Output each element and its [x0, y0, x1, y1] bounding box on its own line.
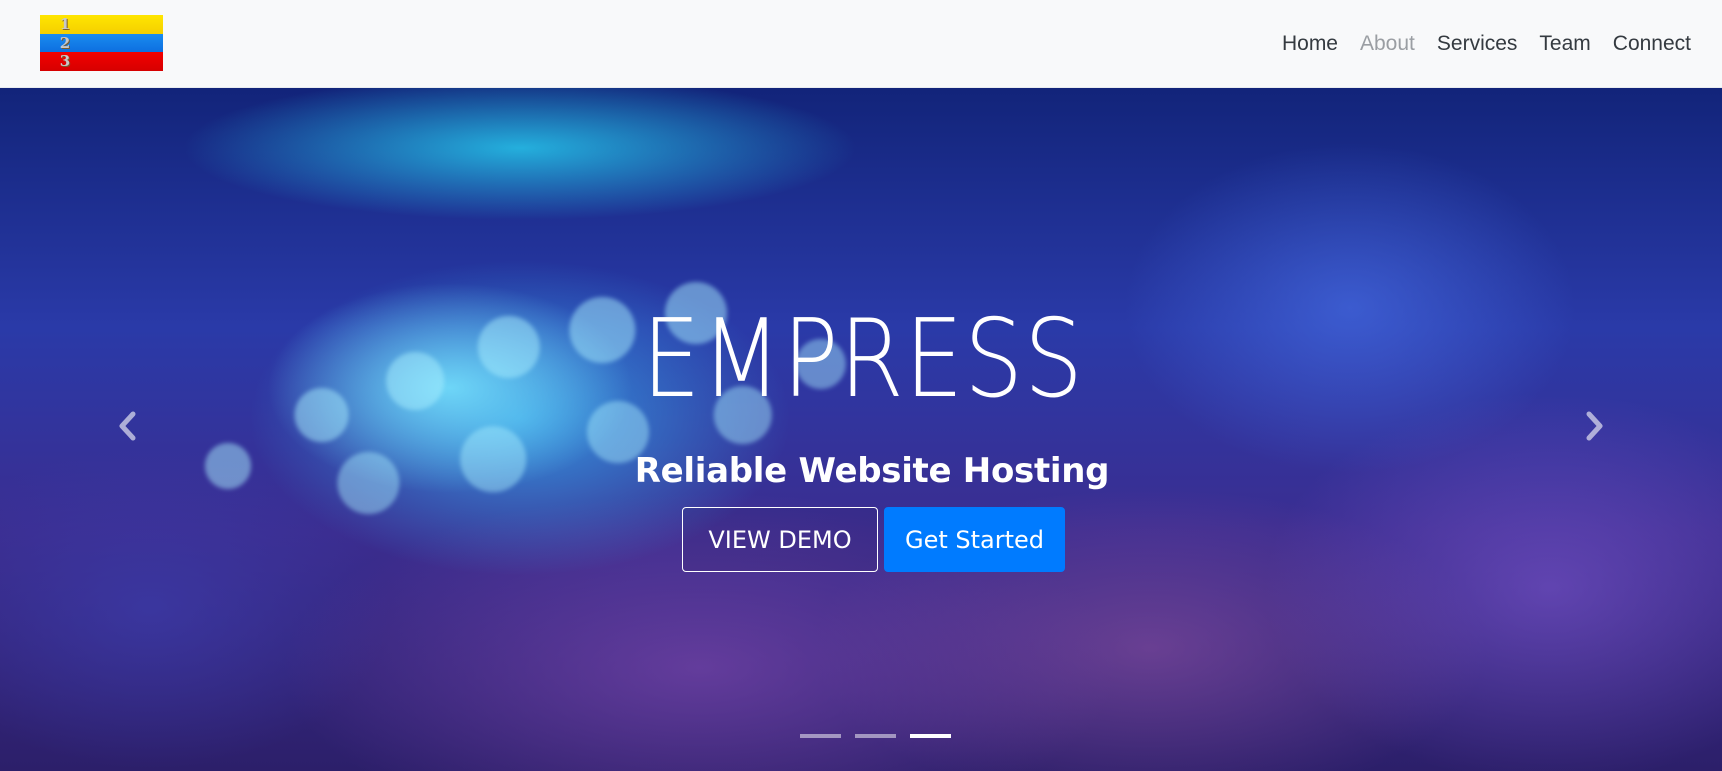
logo-digit: 1: [59, 15, 71, 33]
navbar: 1 2 3 Home About Services Team Connect: [0, 0, 1722, 88]
brand-logo[interactable]: 1 2 3: [40, 15, 163, 71]
nav-link-home[interactable]: Home: [1271, 32, 1349, 55]
nav-link-connect[interactable]: Connect: [1602, 32, 1702, 55]
logo-digit: 2: [59, 33, 71, 52]
carousel-indicator[interactable]: [799, 734, 841, 738]
chevron-left-icon: [117, 411, 139, 445]
carousel-indicator[interactable]: [854, 734, 896, 738]
carousel-next-button[interactable]: [1574, 408, 1614, 448]
chevron-right-icon: [1583, 411, 1605, 445]
nav-link-services[interactable]: Services: [1426, 32, 1529, 55]
nav-link-about[interactable]: About: [1349, 32, 1426, 55]
nav-menu: Home About Services Team Connect: [1271, 0, 1702, 88]
logo-digit: 3: [59, 52, 71, 71]
hero-carousel: EMPRESS Reliable Website Hosting VIEW DE…: [0, 88, 1722, 771]
get-started-button[interactable]: Get Started: [884, 507, 1065, 572]
carousel-indicators: [0, 734, 1722, 740]
carousel-prev-button[interactable]: [108, 408, 148, 448]
view-demo-button[interactable]: VIEW DEMO: [682, 507, 878, 572]
carousel-indicator[interactable]: [909, 734, 951, 738]
nav-link-team[interactable]: Team: [1528, 32, 1601, 55]
